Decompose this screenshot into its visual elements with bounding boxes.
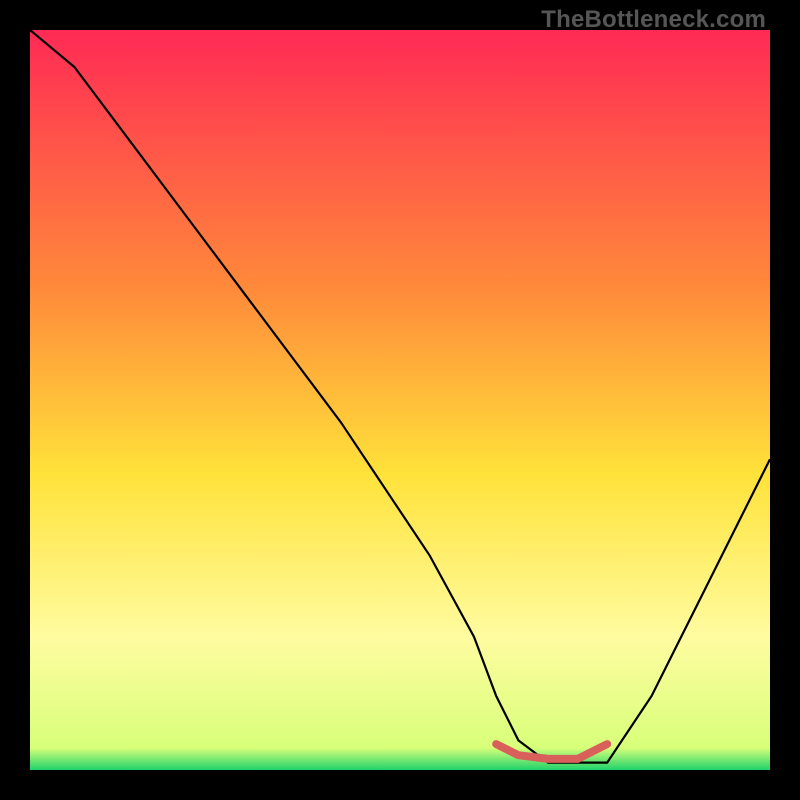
bottleneck-chart — [30, 30, 770, 770]
gradient-bg — [30, 30, 770, 770]
watermark-text: TheBottleneck.com — [541, 6, 766, 34]
plot-frame — [30, 30, 770, 770]
